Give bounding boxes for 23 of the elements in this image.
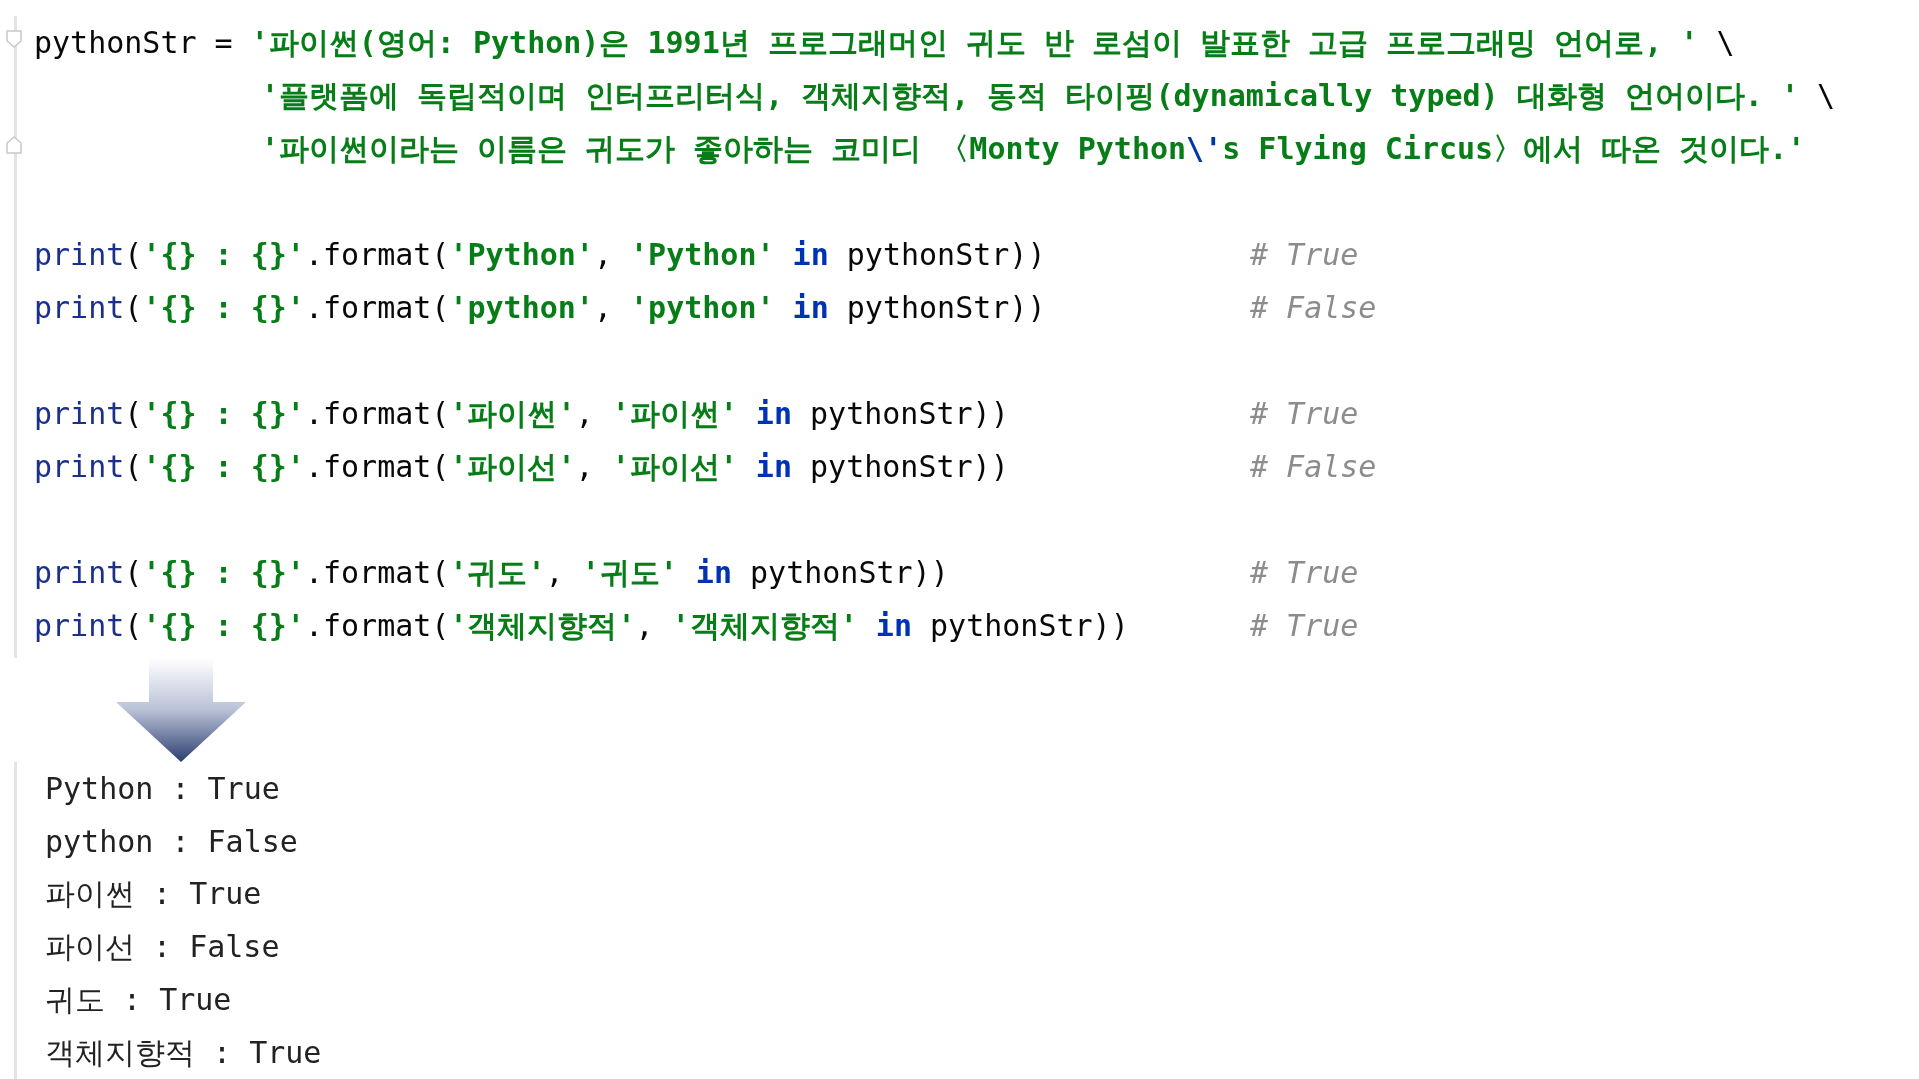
code-line: print('{} : {}'.format('python', 'python' in pythonStr)) — [34, 288, 1047, 327]
code-line: '플랫폼에 독립적이며 인터프리터식, 객체지향적, 동적 타이핑(dynamically typed) 대화형 언어이다. ' \ — [261, 76, 1836, 115]
code-comment: # True — [1250, 555, 1359, 590]
fold-marker-icon[interactable] — [6, 136, 22, 154]
code-line: print('{} : {}'.format('객체지향적', '객체지향적' in pythonStr)) — [34, 606, 1130, 645]
output-line: 귀도 : True — [45, 981, 232, 1019]
code-comment: # True — [1250, 396, 1359, 431]
code-comment: # True — [1250, 237, 1359, 272]
fold-marker-icon[interactable] — [6, 30, 22, 48]
code-line: print('{} : {}'.format('귀도', '귀도' in pythonStr)) — [34, 553, 950, 592]
code-line: print('{} : {}'.format('파이썬', '파이썬' in pythonStr)) — [34, 394, 1010, 433]
code-comment: # True — [1250, 608, 1359, 643]
output-line: python : False — [45, 823, 298, 861]
code-comment: # False — [1250, 290, 1377, 325]
output-line: Python : True — [45, 770, 280, 808]
code-comment: # False — [1250, 449, 1377, 484]
code-line: print('{} : {}'.format('Python', 'Python' in pythonStr)) — [34, 235, 1047, 274]
code-line: print('{} : {}'.format('파이선', '파이선' in pythonStr)) — [34, 447, 1010, 486]
code-line: '파이썬이라는 이름은 귀도가 좋아하는 코미디 〈Monty Python\'s Flying Circus〉에서 따온 것이다.' — [261, 129, 1806, 168]
code-line: pythonStr = '파이썬(영어: Python)은 1991년 프로그래머인 귀도 반 로섬이 발표한 고급 프로그래밍 언어로, ' \ — [34, 23, 1735, 62]
output-line: 객체지향적 : True — [45, 1034, 322, 1072]
output-line: 파이썬 : True — [45, 875, 262, 913]
output-line: 파이선 : False — [45, 928, 280, 966]
